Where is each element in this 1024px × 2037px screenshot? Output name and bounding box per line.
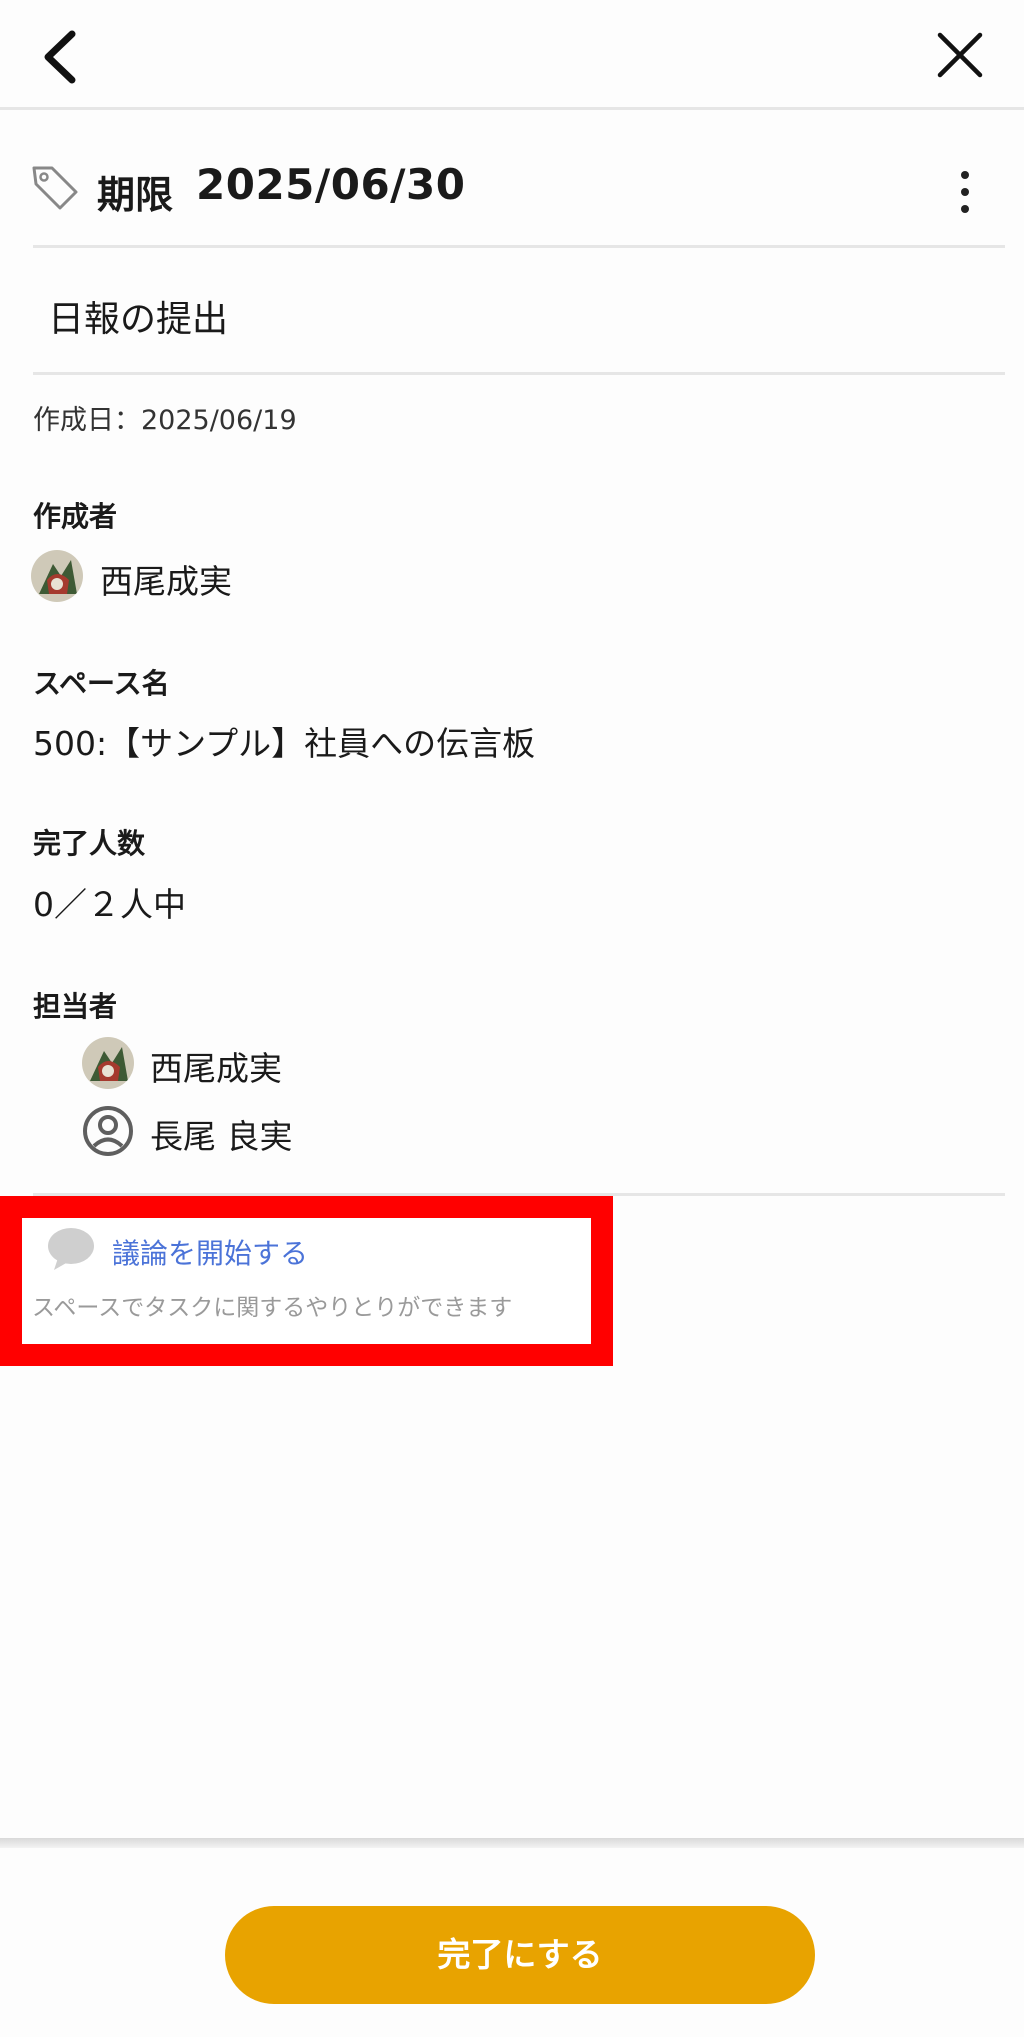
due-date-row: 期限 2025/06/30 (0, 150, 1024, 230)
due-date: 2025/06/30 (196, 160, 466, 209)
tag-icon (32, 166, 78, 210)
space-label: スペース名 (33, 667, 170, 700)
close-icon[interactable] (930, 25, 990, 85)
completion-label: 完了人数 (33, 827, 146, 860)
avatar (82, 1037, 134, 1089)
divider (0, 107, 1024, 110)
creator-label: 作成者 (33, 500, 118, 533)
due-label: 期限 (97, 173, 174, 217)
creator-name: 西尾成実 (100, 562, 232, 601)
footer: 完了にする (0, 1848, 1024, 2037)
created-date: 作成日：2025/06/19 (33, 405, 297, 436)
discussion-title[interactable]: 議論を開始する (112, 1232, 308, 1272)
complete-button[interactable]: 完了にする (225, 1906, 815, 2004)
divider (33, 245, 1005, 248)
avatar (31, 550, 83, 602)
more-vertical-icon[interactable] (950, 168, 980, 216)
assignee-name: 長尾 良実 (150, 1117, 293, 1156)
divider (33, 372, 1005, 375)
top-bar (0, 0, 1024, 110)
assignee-name: 西尾成実 (150, 1049, 282, 1088)
chevron-left-icon[interactable] (30, 22, 90, 92)
task-title: 日報の提出 (48, 299, 229, 340)
completion-count: 0／２人中 (33, 885, 186, 924)
discussion-subtitle: スペースでタスクに関するやりとりができます (32, 1295, 513, 1321)
start-discussion-link[interactable]: 議論を開始する スペースでタスクに関するやりとりができます (0, 1196, 613, 1366)
user-icon (83, 1106, 133, 1156)
footer-divider (0, 1838, 1024, 1848)
speech-bubble-icon (48, 1228, 94, 1270)
assignee-label: 担当者 (33, 990, 118, 1023)
space-name: 500:【サンプル】社員への伝言板 (33, 724, 536, 763)
